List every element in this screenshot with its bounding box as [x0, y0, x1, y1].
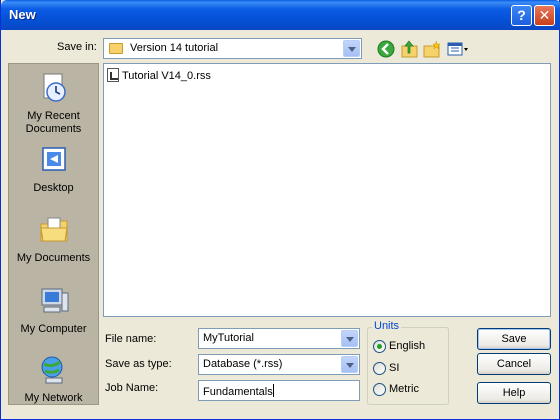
folder-icon — [109, 43, 123, 54]
chevron-down-icon[interactable] — [341, 356, 358, 373]
job-name-input[interactable]: Fundamentals — [198, 380, 360, 401]
place-recent-documents[interactable]: My Recent Documents — [9, 72, 98, 136]
radio-english[interactable] — [373, 340, 386, 353]
up-folder-icon[interactable] — [399, 39, 419, 59]
new-folder-icon[interactable] — [422, 39, 442, 59]
recent-documents-icon — [43, 73, 66, 102]
close-icon: ✕ — [538, 7, 551, 23]
units-legend: Units — [372, 320, 402, 332]
place-my-network[interactable]: My Network — [9, 354, 98, 405]
place-my-computer[interactable]: My Computer — [9, 285, 98, 336]
place-label: My Documents — [16, 252, 91, 264]
place-my-documents[interactable]: My Documents — [9, 214, 98, 265]
job-name-value: Fundamentals — [203, 386, 273, 398]
desktop-icon — [41, 147, 66, 171]
file-name-value: MyTutorial — [203, 332, 254, 344]
chevron-down-icon[interactable] — [343, 40, 360, 57]
job-name-label: Job Name: — [105, 382, 159, 394]
chevron-down-icon[interactable] — [341, 330, 358, 347]
radio-si-label[interactable]: SI — [389, 362, 399, 374]
save-button[interactable]: Save — [477, 328, 551, 350]
save-in-dropdown[interactable]: Version 14 tutorial — [103, 38, 362, 59]
file-name: Tutorial V14_0.rss — [122, 70, 211, 82]
back-icon[interactable] — [376, 39, 396, 59]
dialog-title: New — [9, 7, 36, 22]
save-as-type-value: Database (*.rss) — [203, 358, 283, 370]
file-list[interactable]: Tutorial V14_0.rss — [103, 63, 551, 317]
file-item[interactable]: Tutorial V14_0.rss — [107, 68, 211, 82]
places-bar: My Recent Documents Desktop My Documents — [8, 63, 99, 405]
place-desktop[interactable]: Desktop — [9, 144, 98, 195]
place-label: My Network — [24, 392, 83, 404]
new-dialog: New ? ✕ Save in: Version 14 tutorial My … — [0, 0, 560, 420]
file-name-label: File name: — [105, 333, 157, 345]
place-label: My Recent Documents — [25, 110, 82, 135]
text-caret — [272, 384, 274, 397]
my-computer-icon — [41, 288, 68, 313]
save-as-type-select[interactable]: Database (*.rss) — [198, 354, 360, 375]
help-button[interactable]: Help — [477, 382, 551, 404]
help-icon: ? — [517, 7, 526, 23]
cancel-button[interactable]: Cancel — [477, 353, 551, 375]
radio-english-label[interactable]: English — [389, 340, 425, 352]
save-in-label: Save in: — [57, 41, 97, 53]
my-documents-icon — [39, 217, 68, 242]
save-as-type-label: Save as type: — [105, 358, 172, 370]
radio-metric[interactable] — [373, 383, 386, 396]
my-network-icon — [41, 356, 62, 384]
file-name-input[interactable]: MyTutorial — [198, 328, 360, 349]
close-button[interactable]: ✕ — [534, 5, 555, 26]
place-label: My Computer — [20, 323, 87, 335]
rss-file-icon — [107, 68, 119, 82]
radio-metric-label[interactable]: Metric — [389, 383, 419, 395]
views-menu-icon[interactable] — [446, 39, 470, 59]
radio-si[interactable] — [373, 362, 386, 375]
place-label: Desktop — [33, 182, 74, 194]
help-title-button[interactable]: ? — [511, 5, 532, 26]
title-bar[interactable]: New ? ✕ — [1, 0, 560, 30]
save-in-value: Version 14 tutorial — [130, 42, 219, 54]
